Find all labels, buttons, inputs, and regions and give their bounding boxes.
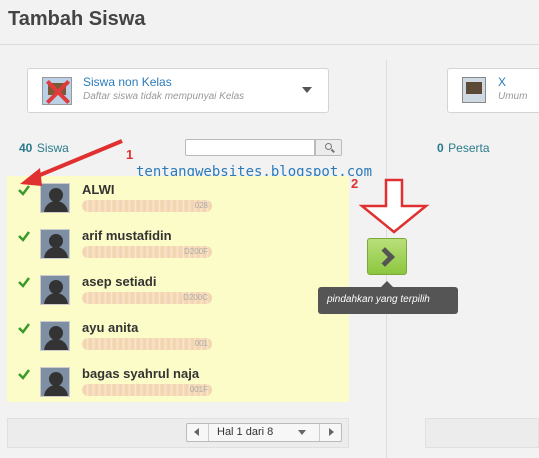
- source-class-select[interactable]: Siswa non Kelas Daftar siswa tidak mempu…: [27, 68, 329, 113]
- source-count-label: Siswa: [36, 141, 69, 155]
- avatar: [40, 321, 70, 351]
- avatar: [40, 183, 70, 213]
- classroom-icon: [462, 77, 486, 103]
- page-header: Tambah Siswa: [0, 0, 539, 45]
- checkmark-icon[interactable]: [17, 275, 31, 289]
- no-class-icon: [42, 77, 72, 105]
- student-id: D200F: [82, 246, 212, 258]
- target-count-label: Peserta: [448, 141, 490, 155]
- student-name: bagas syahrul naja: [82, 366, 200, 381]
- page-select[interactable]: Hal 1 dari 8: [217, 426, 273, 438]
- student-name: arif mustafidin: [82, 228, 172, 243]
- next-page-button[interactable]: [319, 424, 341, 441]
- prev-page-button[interactable]: [187, 424, 209, 441]
- list-item[interactable]: arif mustafidin D200F: [7, 222, 349, 268]
- student-id: 001: [82, 338, 212, 350]
- chevron-right-icon: [375, 247, 395, 267]
- chevron-down-icon[interactable]: [298, 430, 306, 435]
- list-item[interactable]: bagas syahrul naja 001F: [7, 360, 349, 406]
- checkmark-icon[interactable]: [17, 321, 31, 335]
- list-item[interactable]: ayu anita 001: [7, 314, 349, 360]
- move-tooltip: pindahkan yang terpilih: [318, 287, 458, 314]
- list-item[interactable]: asep setiadi D200C: [7, 268, 349, 314]
- student-name: asep setiadi: [82, 274, 157, 289]
- arrow-right-icon: [329, 428, 334, 436]
- target-footer: [425, 418, 539, 448]
- source-class-title: Siswa non Kelas: [83, 75, 172, 89]
- target-class-subtitle: Umum: [498, 91, 528, 102]
- checkmark-icon[interactable]: [17, 183, 31, 197]
- checkmark-icon[interactable]: [17, 229, 31, 243]
- source-count-value: 40: [19, 141, 33, 155]
- search-button[interactable]: [315, 139, 342, 156]
- target-class-select[interactable]: X Umum: [447, 68, 539, 113]
- avatar: [40, 229, 70, 259]
- arrow-left-icon: [194, 428, 199, 436]
- search-input[interactable]: [185, 139, 315, 156]
- target-count: 0 Peserta: [386, 133, 539, 161]
- pagination: Hal 1 dari 8: [186, 423, 342, 442]
- student-id: 001F: [82, 384, 212, 396]
- annotation-marker-1: 1: [126, 147, 134, 162]
- avatar: [40, 275, 70, 305]
- target-count-value: 0: [437, 141, 444, 155]
- page-title: Tambah Siswa: [8, 8, 146, 30]
- move-selected-button[interactable]: [367, 238, 407, 275]
- annotation-marker-2: 2: [351, 176, 359, 191]
- target-class-title: X: [498, 75, 507, 89]
- student-id: D200C: [82, 292, 212, 304]
- student-name: ALWI: [82, 182, 115, 197]
- right-panel: [386, 60, 539, 458]
- checkmark-icon[interactable]: [17, 367, 31, 381]
- student-list: ALWI 028 arif mustafidin D200F asep seti…: [7, 176, 349, 402]
- student-name: ayu anita: [82, 320, 139, 335]
- chevron-down-icon: [302, 87, 312, 93]
- source-class-subtitle: Daftar siswa tidak mempunyai Kelas: [83, 91, 245, 102]
- list-item[interactable]: ALWI 028: [7, 176, 349, 222]
- avatar: [40, 367, 70, 397]
- student-id: 028: [82, 200, 212, 212]
